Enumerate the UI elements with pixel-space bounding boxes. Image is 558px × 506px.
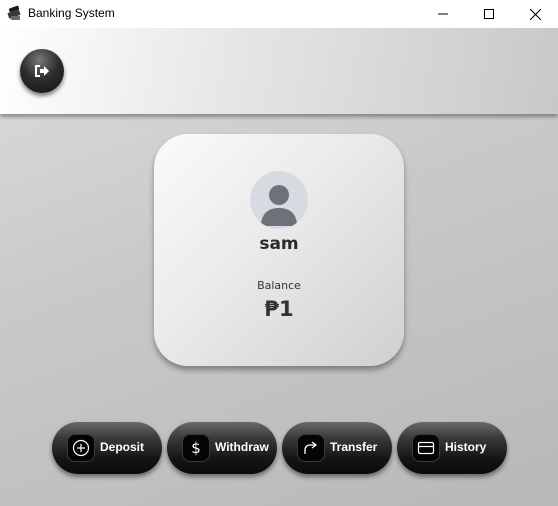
arrow-up-right-icon [297,434,325,462]
dollar-icon: $ [182,434,210,462]
window-title: Banking System [28,6,115,20]
balance-label: Balance [257,279,301,292]
transfer-button[interactable]: Transfer [282,422,392,474]
transfer-label: Transfer [330,440,378,454]
main-content: sam Balance ₱1 Deposit $ Withdraw Transf… [0,28,558,506]
logout-button[interactable] [20,49,64,93]
withdraw-label: Withdraw [215,440,269,454]
bank-app-icon [6,5,23,22]
withdraw-button[interactable]: $ Withdraw [167,422,277,474]
close-button[interactable] [512,0,558,28]
deposit-label: Deposit [100,440,145,454]
minimize-icon [438,13,448,15]
maximize-icon [484,9,494,19]
header-bar [0,28,558,114]
account-card: sam Balance ₱1 [154,134,404,366]
username: sam [259,234,299,254]
maximize-button[interactable] [466,0,512,28]
card-icon [412,434,440,462]
history-label: History [445,440,487,454]
svg-text:$: $ [191,439,201,457]
title-bar: Banking System [0,0,558,28]
balance-value: ₱1 [264,297,294,321]
user-avatar-icon [250,171,308,229]
close-icon [529,8,541,20]
logout-icon [35,65,49,77]
minimize-button[interactable] [420,0,466,28]
history-button[interactable]: History [397,422,507,474]
deposit-button[interactable]: Deposit [52,422,162,474]
plus-circle-icon [67,434,95,462]
